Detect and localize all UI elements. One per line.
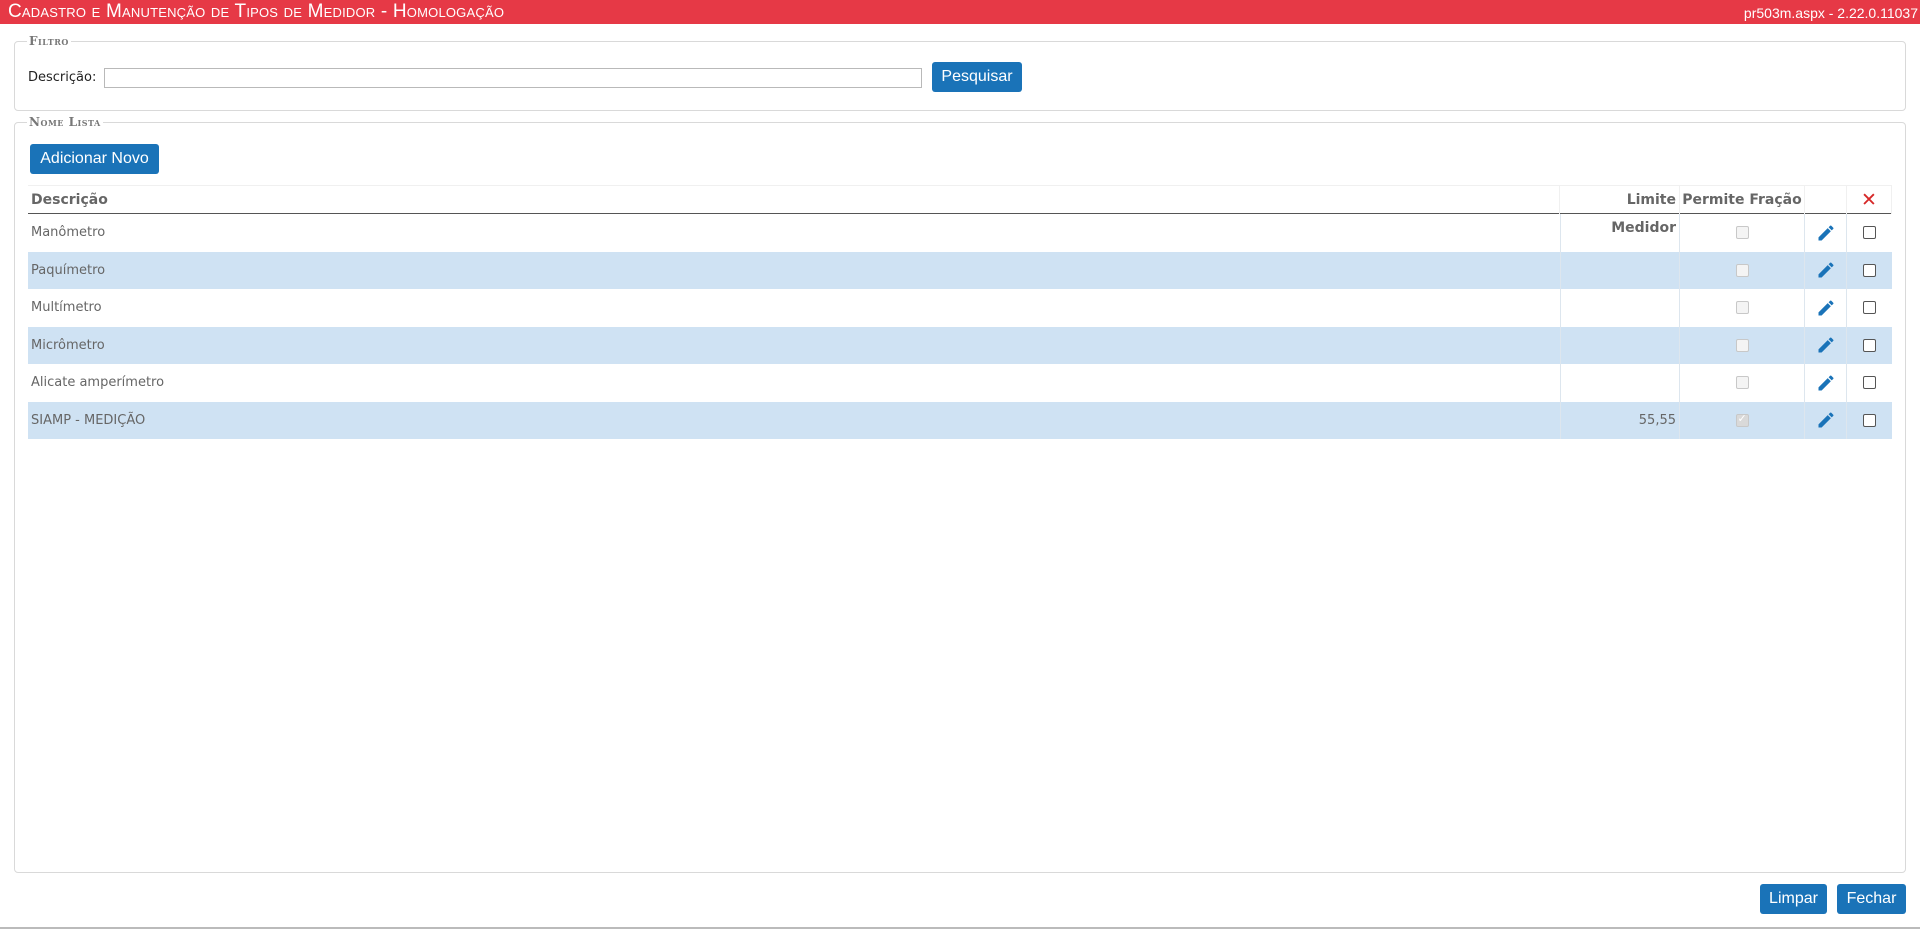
close-button[interactable]: Fechar — [1837, 884, 1906, 914]
title-bar: Cadastro e Manutenção de Tipos de Medido… — [0, 0, 1920, 24]
row-edit-cell — [1805, 251, 1847, 289]
table-row: Alicate amperímetro — [28, 364, 1892, 402]
row-fraction-cell — [1680, 214, 1805, 252]
table-row: Manômetro — [28, 214, 1892, 252]
filter-legend: Filtro — [27, 34, 71, 48]
delete-checkbox[interactable] — [1863, 338, 1876, 352]
pencil-icon[interactable] — [1816, 335, 1836, 355]
column-header-edit — [1805, 186, 1847, 214]
row-limit: 55,55 — [1560, 401, 1680, 439]
add-new-button[interactable]: Adicionar Novo — [30, 144, 159, 174]
row-description: Micrômetro — [31, 337, 105, 353]
row-delete-cell — [1847, 364, 1892, 402]
delete-checkbox[interactable] — [1863, 226, 1876, 240]
fraction-checkbox — [1735, 263, 1749, 277]
row-fraction-cell — [1680, 251, 1805, 289]
row-description: Paquímetro — [31, 262, 106, 278]
row-description: Multímetro — [31, 300, 102, 316]
pencil-icon[interactable] — [1816, 298, 1836, 318]
description-input[interactable] — [104, 68, 922, 88]
pencil-icon[interactable] — [1816, 373, 1836, 393]
row-delete-cell — [1847, 252, 1892, 290]
column-header-limit[interactable]: Limite Medidor — [1560, 186, 1680, 236]
clear-button[interactable]: Limpar — [1760, 884, 1827, 914]
fraction-checkbox — [1735, 376, 1749, 390]
pencil-icon[interactable] — [1816, 410, 1836, 430]
delete-checkbox[interactable] — [1863, 413, 1876, 427]
column-header-description[interactable]: Descrição — [28, 186, 1560, 214]
row-fraction-cell — [1680, 326, 1805, 364]
delete-checkbox[interactable] — [1863, 376, 1876, 390]
row-edit-cell — [1805, 289, 1847, 327]
fraction-checkbox — [1735, 226, 1749, 240]
delete-checkbox[interactable] — [1863, 301, 1876, 315]
description-label: Descrição: — [28, 70, 97, 85]
list-legend: Nome Lista — [27, 115, 103, 129]
table-row: SIAMP - MEDIÇÃO 55,55 — [28, 401, 1892, 440]
row-fraction-cell — [1680, 401, 1805, 439]
row-limit — [1560, 289, 1680, 327]
row-limit — [1560, 214, 1680, 252]
page-title: Cadastro e Manutenção de Tipos de Medido… — [8, 1, 505, 22]
row-delete-cell — [1847, 402, 1892, 440]
table-row: Micrômetro — [28, 326, 1892, 365]
row-description: SIAMP - MEDIÇÃO — [31, 412, 146, 428]
row-edit-cell — [1805, 364, 1847, 402]
row-description: Alicate amperímetro — [31, 375, 165, 391]
row-description: Manômetro — [31, 225, 106, 241]
table-body: Manômetro Paquímetro Multímetro Micrômetro A… — [28, 214, 1892, 439]
row-limit — [1560, 326, 1680, 364]
row-fraction-cell — [1680, 364, 1805, 402]
pencil-icon[interactable] — [1816, 223, 1836, 243]
close-icon[interactable]: ✕ — [1861, 189, 1877, 211]
row-delete-cell — [1847, 289, 1892, 327]
column-header-delete: ✕ — [1847, 186, 1892, 214]
table-row: Paquímetro — [28, 251, 1892, 290]
row-fraction-cell — [1680, 289, 1805, 327]
delete-checkbox[interactable] — [1863, 263, 1876, 277]
search-button[interactable]: Pesquisar — [932, 62, 1022, 92]
row-edit-cell — [1805, 326, 1847, 364]
fraction-checkbox — [1735, 412, 1749, 427]
fraction-checkbox — [1735, 338, 1749, 352]
fraction-checkbox — [1735, 301, 1749, 315]
row-limit — [1560, 251, 1680, 289]
table-row: Multímetro — [28, 289, 1892, 327]
column-header-fraction[interactable]: Permite Fração — [1680, 186, 1805, 214]
row-limit — [1560, 364, 1680, 402]
row-delete-cell — [1847, 327, 1892, 365]
row-delete-cell — [1847, 214, 1892, 252]
version-label: pr503m.aspx - 2.22.0.11037 — [1743, 5, 1918, 21]
row-edit-cell — [1805, 214, 1847, 252]
pencil-icon[interactable] — [1816, 260, 1836, 280]
types-table: Descrição Limite Medidor Permite Fração … — [28, 185, 1892, 439]
row-edit-cell — [1805, 401, 1847, 439]
table-header: Descrição Limite Medidor Permite Fração … — [28, 185, 1892, 236]
